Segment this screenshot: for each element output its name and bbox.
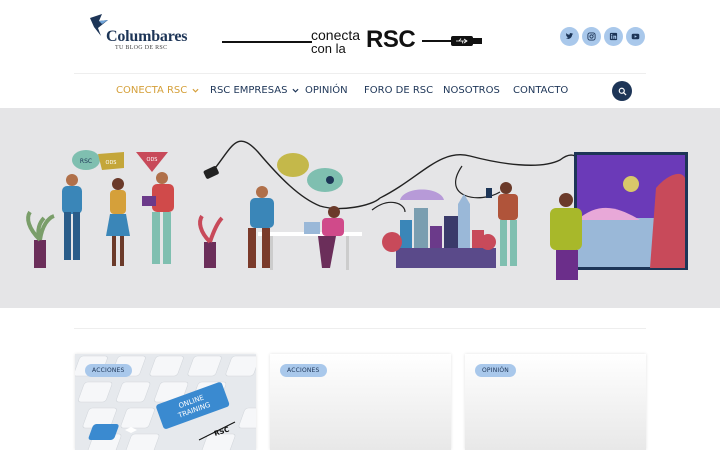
post-card[interactable]: ACCIONES [270, 354, 451, 450]
linkedin-link[interactable] [604, 27, 623, 46]
post-card[interactable]: ONLINE TRAINING RSC ACCIONES [75, 354, 256, 450]
speech-bubble-rsc: RSC [72, 150, 100, 170]
nav-item-foro-de-rsc[interactable]: FORO DE RSC [364, 85, 433, 96]
person-figure [304, 206, 344, 268]
logo-name: Columbares [106, 28, 188, 45]
youtube-link[interactable] [626, 27, 645, 46]
card-category-badge[interactable]: OPINIÓN [475, 364, 516, 377]
person-figure [106, 178, 130, 266]
nav-item-contacto[interactable]: CONTACTO [513, 85, 568, 96]
card-category-badge[interactable]: ACCIONES [280, 364, 327, 377]
twitter-icon [565, 33, 574, 40]
instagram-link[interactable] [582, 27, 601, 46]
card-category-badge[interactable]: ACCIONES [85, 364, 132, 377]
nav-item-opinion[interactable]: OPINIÓN [305, 85, 348, 96]
logo-tagline: TU BLOG DE RSC [115, 45, 168, 51]
cable-line [222, 41, 312, 43]
instagram-icon [587, 32, 596, 41]
nav-item-label: CONTACTO [513, 85, 569, 96]
speech-bubble-ods-2: ODS [136, 152, 168, 172]
hero-illustration: RSC ODS ODS [26, 140, 688, 280]
chevron-down-icon [292, 88, 299, 93]
section-divider [74, 328, 646, 329]
hero-banner: RSC ODS ODS [0, 108, 720, 308]
youtube-icon [631, 33, 640, 40]
search-button[interactable] [612, 81, 632, 101]
speech-bubble-ods: ODS [98, 152, 124, 170]
city-illustration [382, 194, 496, 268]
post-card[interactable]: OPINIÓN [465, 354, 646, 450]
cable-line-right [422, 40, 452, 42]
svg-text:RSC: RSC [80, 158, 92, 165]
nav-item-conecta-rsc[interactable]: CONECTA RSC [116, 85, 199, 96]
site-header: Columbares TU BLOG DE RSC conecta con la… [0, 0, 720, 74]
nav-item-label: FORO DE RSC [364, 85, 434, 96]
nav-item-rsc-empresas[interactable]: RSC EMPRESAS [210, 85, 299, 96]
chevron-down-icon [192, 88, 199, 93]
nav-item-nosotros[interactable]: NOSOTROS [443, 85, 500, 96]
usb-plug-icon [451, 36, 482, 46]
banner-line2: con la [311, 41, 346, 56]
twitter-link[interactable] [560, 27, 579, 46]
nav-item-label: CONECTA RSC [116, 85, 188, 96]
social-links [560, 27, 645, 46]
svg-text:ODS: ODS [106, 160, 117, 166]
conecta-rsc-banner: conecta con la RSC [222, 24, 487, 56]
banner-big: RSC [366, 26, 416, 53]
site-logo[interactable]: Columbares TU BLOG DE RSC [88, 12, 198, 58]
svg-text:ODS: ODS [147, 157, 158, 163]
search-icon [618, 87, 627, 96]
nav-item-label: RSC EMPRESAS [210, 85, 288, 96]
nav-item-label: NOSOTROS [443, 85, 500, 96]
display-screen [574, 152, 688, 270]
nav-item-label: OPINIÓN [305, 85, 348, 96]
person-figure [62, 174, 82, 260]
linkedin-icon [609, 32, 618, 41]
person-figure [142, 172, 174, 264]
